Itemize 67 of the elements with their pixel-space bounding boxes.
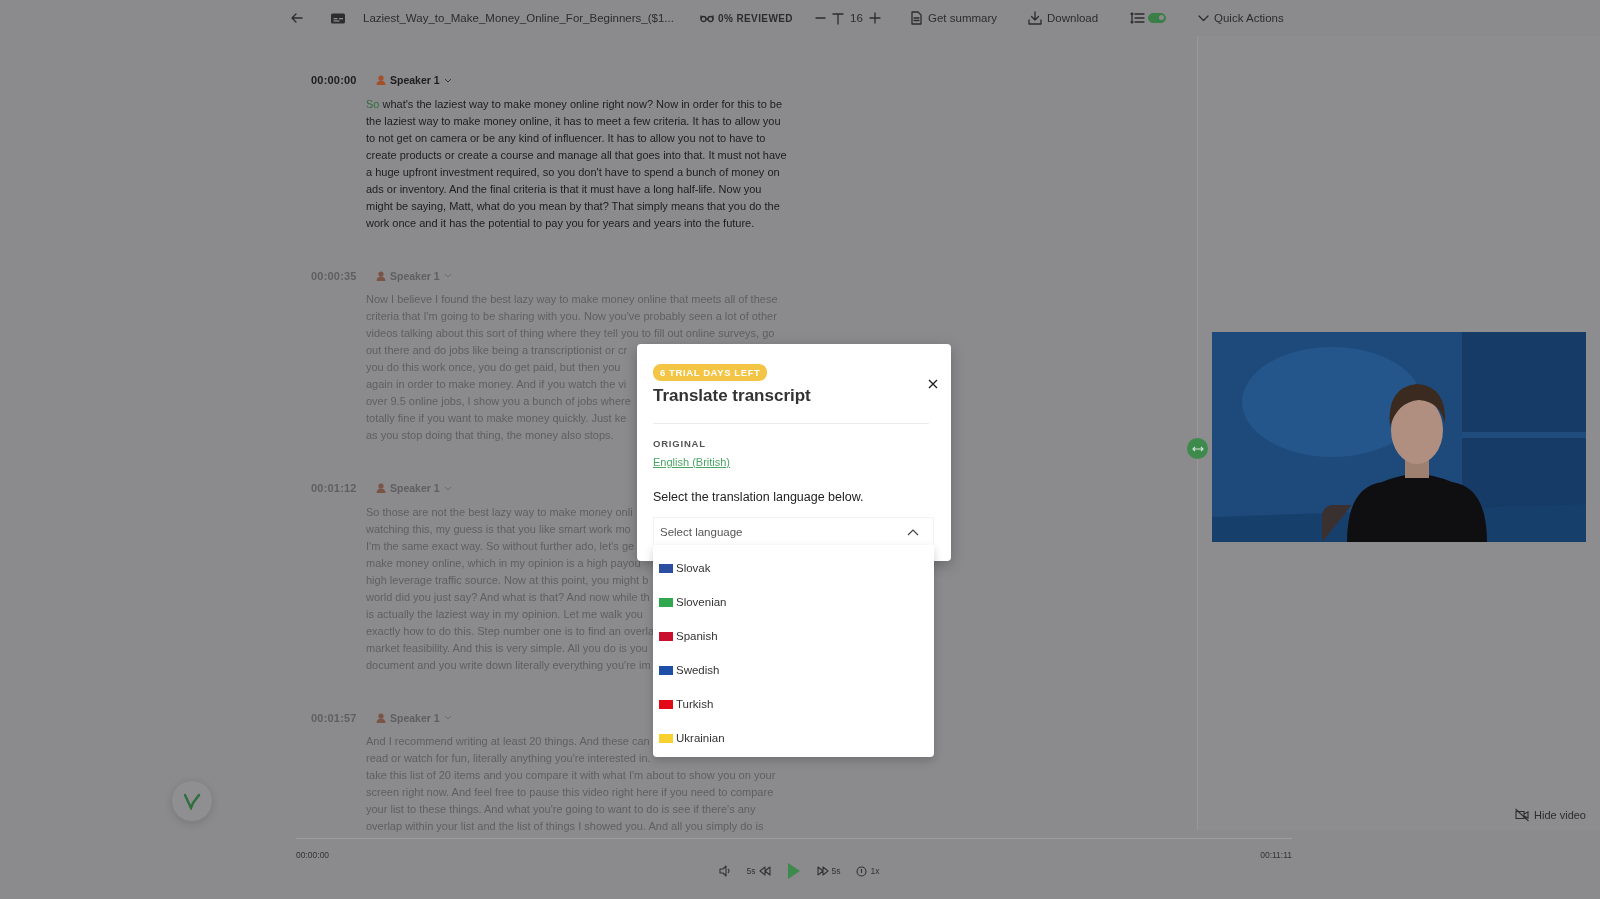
chevron-down-icon (1198, 14, 1209, 22)
text-size-icon (832, 11, 844, 25)
transcript-line: work once and it has the potential to pay you for years and years into the future. (366, 215, 755, 231)
language-option[interactable]: Turkish (653, 687, 934, 721)
instruction-text: Select the translation language below. (653, 490, 865, 504)
close-button[interactable] (928, 379, 938, 389)
download-button[interactable]: Download (1028, 11, 1099, 25)
user-icon (376, 75, 386, 85)
font-size-value: 16 (850, 12, 863, 24)
horizontal-arrows-icon (1191, 444, 1204, 453)
current-time: 00:00:00 (296, 850, 330, 860)
chevron-down-icon (443, 77, 452, 83)
original-language-link[interactable]: English (British) (653, 456, 731, 468)
transcript-line: create products or create a course and manage all that goes into that. It must not have (366, 147, 787, 163)
logo-button[interactable] (172, 781, 212, 821)
user-icon (376, 483, 386, 493)
forward-button[interactable]: 5s (816, 865, 841, 877)
quick-actions-button[interactable]: Quick Actions (1198, 12, 1284, 24)
playback-speed-button[interactable]: 1x (856, 865, 880, 877)
transcript-line: to not get on camera or be any kind of influencer. It has to allow you not to have to (366, 130, 766, 146)
play-icon (786, 863, 801, 879)
chevron-down-icon (443, 273, 452, 278)
transcript-line: the laziest way to make money online, it has to meet a few criteria. It has to allow you (366, 113, 781, 129)
line-spacing-icon (1130, 12, 1145, 24)
gauge-icon (856, 865, 868, 877)
hide-video-button[interactable]: Hide video (1515, 808, 1586, 822)
fast-forward-icon (816, 865, 829, 877)
language-option[interactable]: Swedish (653, 653, 934, 687)
chevron-up-icon (907, 528, 919, 536)
get-summary-button[interactable]: Get summary (910, 11, 997, 25)
back-button[interactable] (290, 11, 304, 25)
close-icon (928, 379, 938, 389)
plus-icon (868, 12, 881, 24)
original-label: ORIGINAL (653, 438, 707, 449)
language-option[interactable]: Ukrainian (653, 721, 934, 755)
resize-handle[interactable] (1187, 438, 1208, 459)
file-name: Laziest_Way_to_Make_Money_Online_For_Beginners_($1... (363, 12, 674, 24)
document-icon (910, 11, 923, 25)
download-icon (1028, 11, 1042, 25)
transcript-line: might be saying, Matt, what do you mean by that? That simply means that you do the (366, 198, 780, 214)
dialog-title: Translate transcript (653, 386, 811, 406)
duration: 00:11:11 (1260, 850, 1292, 860)
increase-font-button[interactable] (868, 12, 881, 24)
review-status: 0% REVIEWED (718, 12, 793, 24)
transcript-line: ads or inventory. And the final criteria is that it must have a long half-life. Now you (366, 181, 762, 197)
user-icon (376, 270, 386, 281)
logo-icon (183, 792, 201, 810)
transcript-line: a huge upfront investment required, so you don't have to spend a bunch of money on (366, 164, 780, 180)
camera-off-icon (1515, 808, 1529, 822)
rewind-button[interactable]: 5s (746, 865, 771, 877)
rewind-icon (758, 865, 771, 877)
timestamp[interactable]: 00:00:00 (311, 72, 357, 88)
back-arrow-icon (290, 11, 304, 25)
subtitles-icon[interactable] (330, 11, 346, 25)
language-option[interactable]: Slovak (653, 551, 934, 585)
auto-scroll-toggle[interactable] (1148, 13, 1166, 23)
volume-button[interactable] (718, 865, 731, 877)
trial-badge: 6 TRIAL DAYS LEFT (653, 364, 768, 381)
volume-icon (718, 865, 731, 877)
language-option[interactable]: Slovenian (653, 585, 934, 619)
speaker-selector[interactable]: Speaker 1 (376, 72, 452, 88)
glasses-icon (700, 13, 714, 23)
language-option[interactable]: Spanish (653, 619, 934, 653)
user-icon (376, 712, 386, 723)
chevron-down-icon (443, 715, 452, 720)
chevron-down-icon (443, 485, 452, 491)
transcript-line: So what's the laziest way to make money online right now? Now in order for this to be (366, 96, 783, 112)
